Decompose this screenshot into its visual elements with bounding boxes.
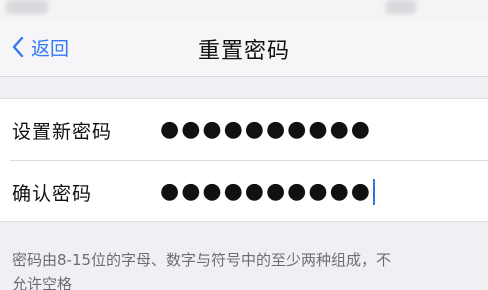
- page-title: 重置密码: [197, 39, 290, 64]
- confirm-password-field[interactable]: ●●●●●●●●●●: [160, 175, 460, 209]
- new-password-row: 设置新密码 ●●●●●●●●●●: [0, 99, 488, 161]
- new-password-label: 设置新密码: [12, 121, 113, 143]
- confirm-password-row: 确认密码 ●●●●●●●●●●: [0, 161, 488, 223]
- text-cursor: [372, 179, 375, 205]
- status-bar-blurred-right: [386, 0, 416, 14]
- password-rules-line-2: 允许空格: [12, 275, 73, 290]
- new-password-masked-value: ●●●●●●●●●●: [160, 117, 372, 142]
- password-form-group: 设置新密码 ●●●●●●●●●● 确认密码 ●●●●●●●●●●: [0, 98, 488, 222]
- password-rules-line-1: 密码由8-15位的字母、数字与符号中的至少两种组成，不: [12, 251, 392, 269]
- status-bar: [0, 0, 488, 20]
- password-rules-note: 密码由8-15位的字母、数字与符号中的至少两种组成，不 允许空格: [12, 248, 488, 290]
- reset-password-screen: 返回 重置密码 设置新密码 ●●●●●●●●●● 确认密码 ●●●●●●●●●●…: [0, 0, 488, 290]
- navigation-bar: 返回 重置密码: [0, 20, 488, 77]
- confirm-password-masked-value: ●●●●●●●●●●: [160, 179, 372, 204]
- new-password-field[interactable]: ●●●●●●●●●●: [160, 113, 460, 147]
- status-bar-blurred-left: [6, 0, 48, 14]
- confirm-password-label: 确认密码: [12, 183, 93, 205]
